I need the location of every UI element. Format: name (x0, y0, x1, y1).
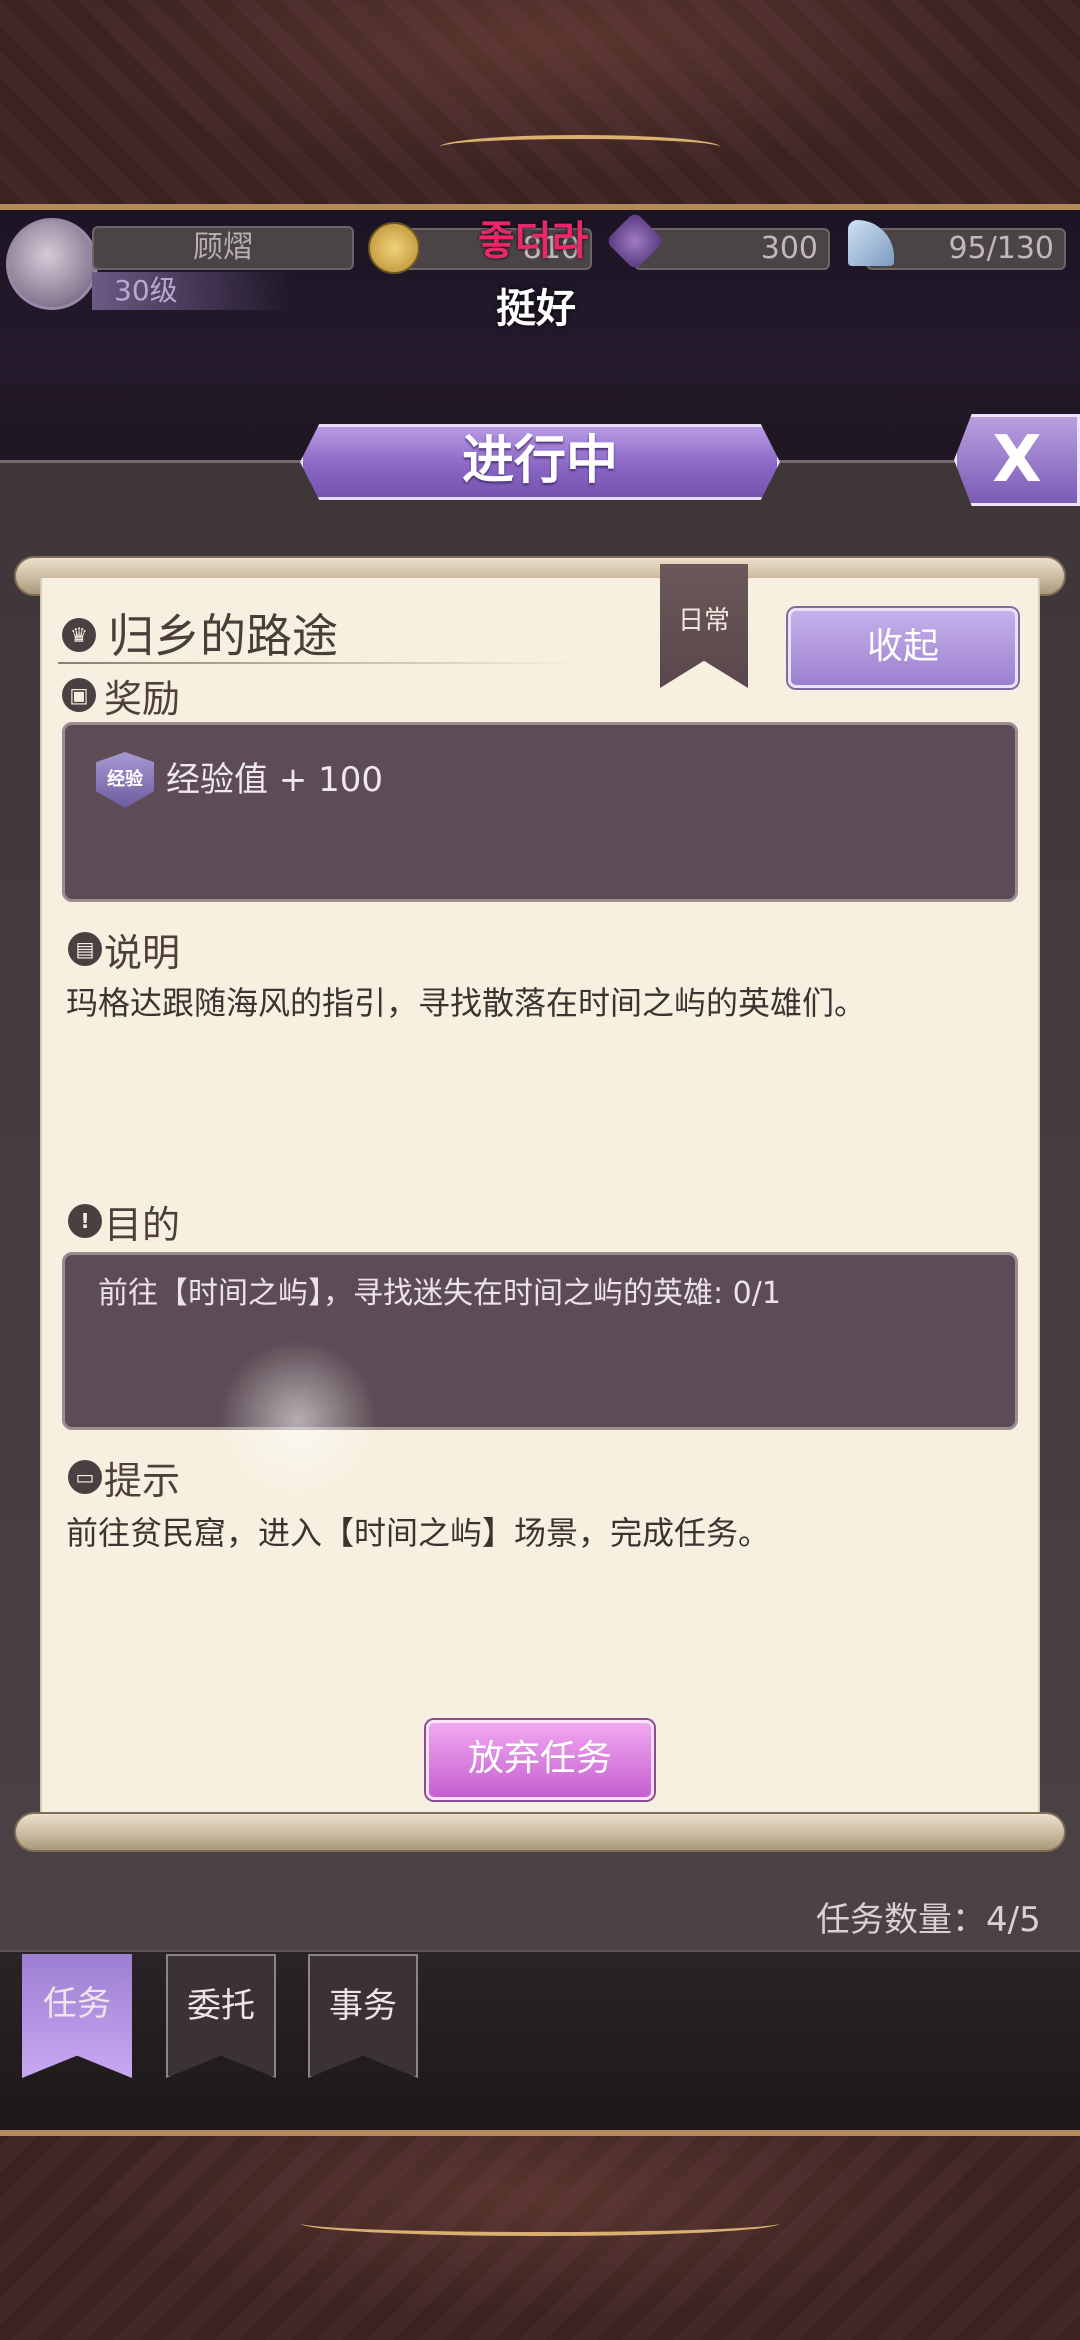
top-ornament (440, 135, 720, 159)
goal-heading: 目的 (104, 1203, 181, 1247)
close-button[interactable]: X (954, 414, 1080, 506)
overlay-white-text: 挺好 (496, 286, 576, 332)
book-icon: ▤ (68, 932, 102, 966)
abandon-quest-button[interactable]: 放弃任务 (426, 1720, 654, 1800)
stamina-counter: 95/130 (866, 228, 1066, 270)
exclamation-icon: ! (68, 1204, 102, 1238)
scroll-bottom-rod (14, 1812, 1066, 1852)
hint-heading: 提示 (104, 1459, 181, 1503)
description-heading: 说明 (104, 931, 181, 975)
reward-icon: ▣ (62, 678, 96, 712)
quest-status-banner: 进行中 (300, 424, 780, 500)
bottom-ornament (300, 2210, 780, 2236)
overlay-pink-text: 좋더라 (478, 218, 589, 264)
hint-text: 前往贫民窟，进入【时间之屿】场景，完成任务。 (66, 1514, 771, 1552)
player-name: 顾熠 (92, 226, 354, 270)
player-avatar[interactable] (6, 218, 98, 310)
crown-icon: ♛ (62, 618, 96, 652)
title-divider (58, 662, 578, 664)
hint-icon: ▭ (68, 1460, 102, 1494)
tab-bar (0, 1950, 1080, 2130)
gem-counter: 300 (634, 228, 830, 270)
coin-icon[interactable] (368, 222, 420, 274)
sparkle-glow (218, 1340, 378, 1500)
bottom-decorative-frame (0, 2130, 1080, 2340)
description-text: 玛格达跟随海风的指引，寻找散落在时间之屿的英雄们。 (66, 984, 867, 1022)
reward-text: 经验值 + 100 (166, 760, 383, 800)
quest-title: 归乡的路途 (108, 609, 338, 663)
reward-box (62, 722, 1018, 902)
top-decorative-frame (0, 0, 1080, 210)
reward-heading: 奖励 (104, 677, 181, 721)
player-level: 30级 (92, 272, 292, 310)
collapse-button[interactable]: 收起 (788, 608, 1018, 688)
goal-text: 前往【时间之屿】，寻找迷失在时间之屿的英雄: 0/1 (98, 1276, 781, 1311)
quest-count: 任务数量：4/5 (816, 1900, 1041, 1940)
